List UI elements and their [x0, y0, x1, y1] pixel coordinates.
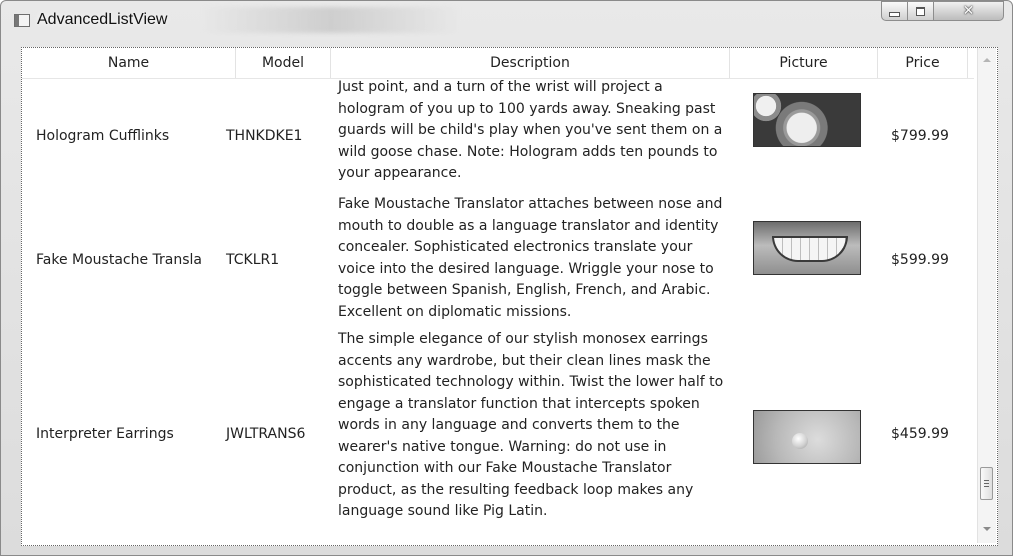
minimize-button[interactable] [881, 1, 908, 21]
grip-line [984, 486, 989, 487]
application-window: AdvancedListView ✕ Name Model Descriptio… [0, 0, 1013, 556]
column-header-model[interactable]: Model [236, 48, 331, 78]
scroll-down-arrow-icon[interactable] [983, 527, 991, 531]
scroll-up-arrow-icon[interactable] [983, 58, 991, 62]
column-header-name[interactable]: Name [22, 48, 236, 78]
maximize-button[interactable] [907, 1, 934, 21]
window-title: AdvancedListView [37, 11, 168, 28]
item-name: Fake Moustache Transla [36, 251, 202, 268]
grip-line [984, 480, 989, 481]
item-description: Just point, and a turn of the wrist will… [338, 79, 723, 181]
list-item[interactable]: Fake Moustache Transla TCKLR1 Fake Moust… [22, 192, 974, 327]
item-price: $799.99 [891, 128, 949, 144]
close-button[interactable]: ✕ [933, 1, 1004, 21]
background-window-ghost [201, 7, 461, 33]
list-view[interactable]: Name Model Description Picture Price Hol… [21, 47, 998, 546]
minimize-icon [889, 11, 900, 17]
column-header-price[interactable]: Price [878, 48, 968, 78]
item-description: The simple elegance of our stylish monos… [338, 331, 724, 519]
title-bar[interactable]: AdvancedListView ✕ [1, 1, 1012, 41]
vertical-scrollbar[interactable] [977, 48, 996, 543]
list-item[interactable]: Hologram Cufflinks THNKDKE1 Just point, … [22, 79, 974, 192]
list-item[interactable]: Interpreter Earrings JWLTRANS6 The simpl… [22, 327, 974, 540]
earring-image [753, 410, 861, 464]
scrollbar-thumb[interactable] [980, 467, 993, 500]
item-model: TCKLR1 [226, 251, 280, 268]
item-description: Fake Moustache Translator attaches betwe… [338, 196, 723, 320]
item-model: THNKDKE1 [226, 128, 303, 144]
grip-line [984, 483, 989, 484]
moustache-smile-image [753, 221, 861, 275]
close-icon: ✕ [962, 3, 975, 19]
item-name: Hologram Cufflinks [36, 128, 170, 144]
item-price: $459.99 [891, 425, 949, 442]
item-price: $599.99 [891, 251, 949, 268]
cufflinks-image [753, 93, 861, 147]
app-window-icon[interactable] [14, 14, 30, 27]
maximize-icon [916, 6, 925, 16]
item-model: JWLTRANS6 [226, 425, 306, 442]
item-name: Interpreter Earrings [36, 425, 174, 442]
column-header-picture[interactable]: Picture [730, 48, 878, 78]
